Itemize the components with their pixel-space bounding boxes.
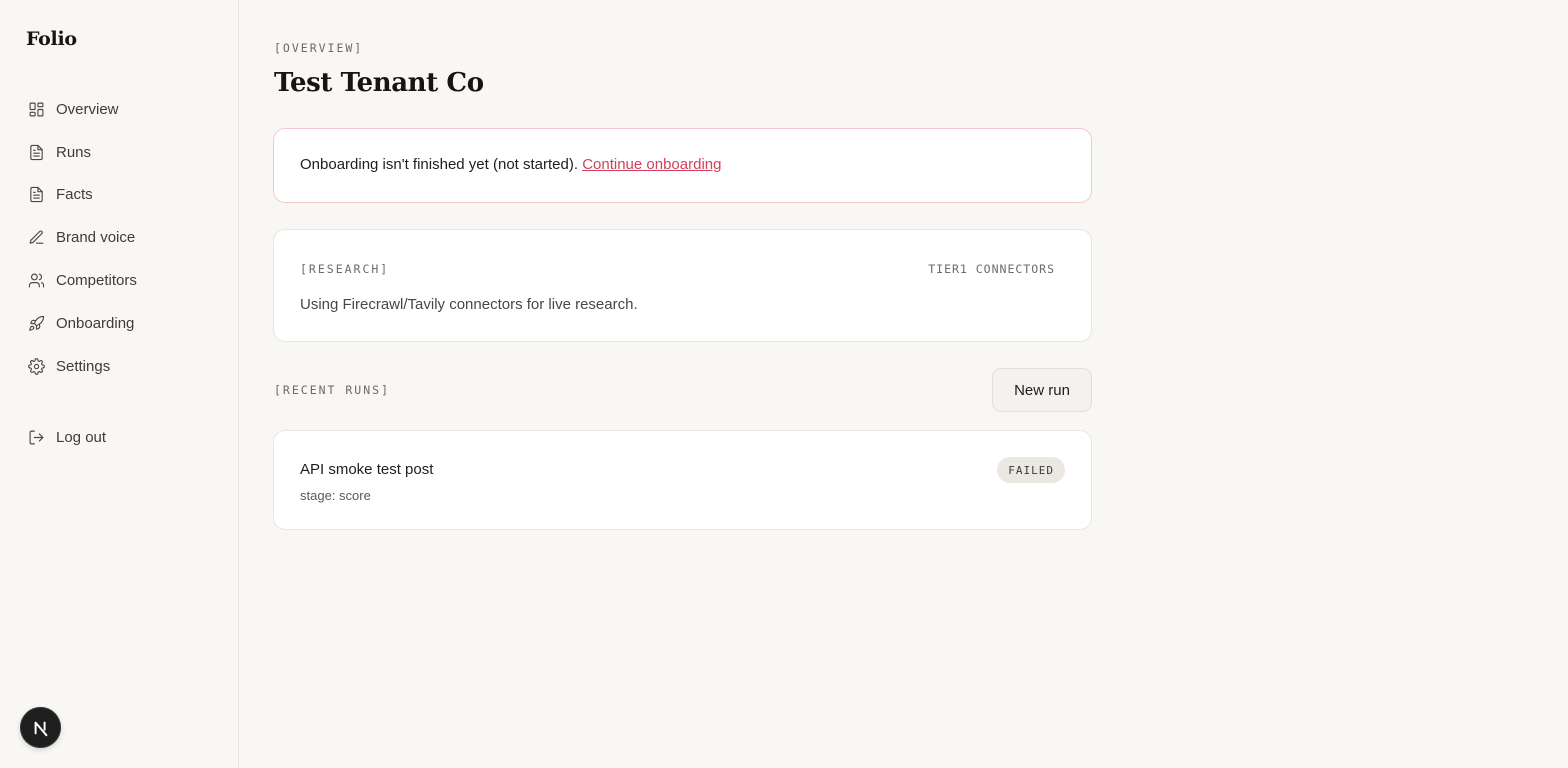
alert-message: Onboarding isn't finished yet (not start… <box>300 156 721 173</box>
sidebar-item-runs[interactable]: Runs <box>0 131 238 174</box>
avatar[interactable] <box>20 707 61 748</box>
sidebar-item-facts[interactable]: Facts <box>0 174 238 217</box>
sidebar-nav: Overview Runs Facts Brand voice Competit… <box>0 88 238 388</box>
onboarding-alert: Onboarding isn't finished yet (not start… <box>273 128 1092 203</box>
sidebar-item-label: Onboarding <box>56 314 135 332</box>
new-run-button[interactable]: New run <box>992 368 1092 412</box>
brand-logo[interactable]: Folio <box>26 28 77 50</box>
research-card: [RESEARCH] TIER1 CONNECTORS Using Firecr… <box>273 229 1092 342</box>
sidebar-item-competitors[interactable]: Competitors <box>0 259 238 302</box>
sidebar-item-label: Overview <box>56 100 119 118</box>
sidebar-item-settings[interactable]: Settings <box>0 345 238 388</box>
rocket-icon <box>27 314 45 332</box>
sidebar-item-overview[interactable]: Overview <box>0 88 238 131</box>
research-description: Using Firecrawl/Tavily connectors for li… <box>300 296 638 313</box>
sidebar-item-label: Facts <box>56 186 93 204</box>
status-badge: FAILED <box>997 457 1065 483</box>
sidebar: Folio Overview Runs Facts Brand voice Co… <box>0 0 239 768</box>
users-icon <box>27 272 45 290</box>
continue-onboarding-link[interactable]: Continue onboarding <box>582 156 721 173</box>
run-title: API smoke test post <box>300 461 434 478</box>
sidebar-item-label: Brand voice <box>56 229 136 247</box>
sidebar-item-label: Runs <box>56 143 92 161</box>
logout-section: Log out <box>0 416 238 459</box>
gear-icon <box>27 357 45 375</box>
recent-runs-label: [RECENT RUNS] <box>274 383 391 397</box>
sidebar-item-onboarding[interactable]: Onboarding <box>0 302 238 345</box>
research-label: [RESEARCH] <box>300 262 390 276</box>
sidebar-item-label: Settings <box>56 357 111 375</box>
document-icon <box>27 186 45 204</box>
document-icon <box>27 143 45 161</box>
sidebar-item-label: Competitors <box>56 272 137 290</box>
run-list-item[interactable]: API smoke test post stage: score FAILED <box>273 430 1092 530</box>
run-stage: stage: score <box>300 488 371 503</box>
research-tier-badge: TIER1 CONNECTORS <box>928 262 1055 276</box>
page-title: Test Tenant Co <box>274 68 484 98</box>
alert-text: Onboarding isn't finished yet (not start… <box>300 156 583 173</box>
main-content <box>239 0 1568 768</box>
sidebar-item-brand-voice[interactable]: Brand voice <box>0 216 238 259</box>
pen-icon <box>27 229 45 247</box>
page-eyebrow: [OVERVIEW] <box>274 41 364 55</box>
logout-icon <box>27 428 45 446</box>
n-logo-icon <box>34 721 47 736</box>
app-shell: Folio Overview Runs Facts Brand voice Co… <box>0 0 1568 768</box>
logout-label: Log out <box>56 428 107 446</box>
grid-icon <box>27 100 45 118</box>
logout-button[interactable]: Log out <box>0 416 238 459</box>
